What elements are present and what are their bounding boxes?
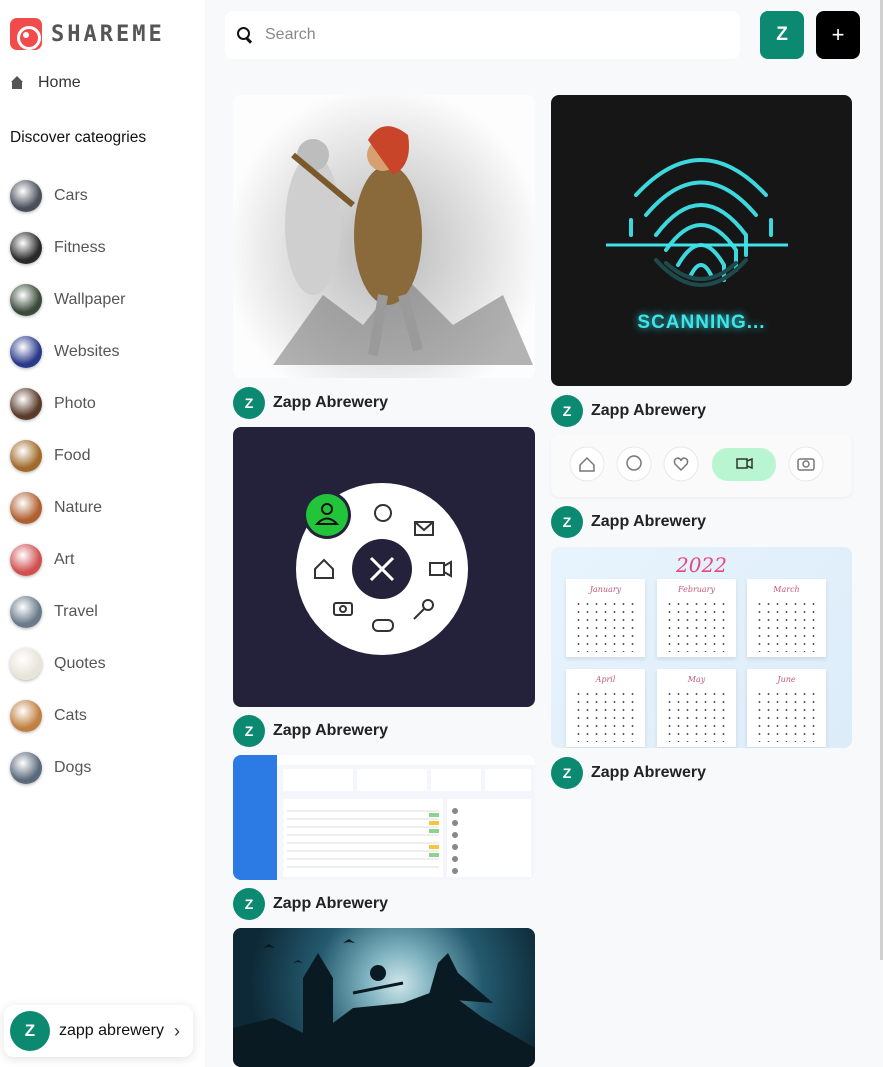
home-icon [10, 76, 24, 90]
radial-menu-illustration [296, 483, 468, 655]
camera-icon [10, 18, 42, 50]
calendar-year: 2022 [676, 553, 727, 577]
category-thumbnail [10, 648, 42, 680]
category-thumbnail [10, 700, 42, 732]
nav-home[interactable]: Home [10, 74, 81, 92]
halloween-illustration [233, 939, 535, 1067]
category-item-photo[interactable]: Photo [10, 378, 125, 430]
sidebar: SHAREME Home Discover cateogries Cars Fit… [0, 0, 205, 1067]
search-icon [237, 27, 253, 43]
category-item-food[interactable]: Food [10, 430, 125, 482]
calendar-month: February [657, 579, 736, 657]
month-name: February [677, 585, 716, 594]
category-label: Travel [54, 603, 98, 620]
author-name: Zapp Abrewery [273, 895, 388, 912]
category-item-fitness[interactable]: Fitness [10, 222, 125, 274]
category-label: Fitness [54, 239, 106, 256]
warrior-illustration [273, 126, 533, 365]
user-profile-link[interactable]: Z zapp abrewery › [4, 1005, 193, 1057]
category-thumbnail [10, 752, 42, 784]
pin-image-tab-bar[interactable] [551, 434, 852, 497]
category-label: Cars [54, 187, 88, 204]
category-item-wallpaper[interactable]: Wallpaper [10, 274, 125, 326]
chevron-right-icon: › [173, 1020, 180, 1041]
brand-name: SHAREME [51, 21, 165, 47]
category-thumbnail [10, 492, 42, 524]
author-avatar: Z [551, 395, 583, 427]
category-thumbnail [10, 544, 42, 576]
pin-author[interactable]: Z Zapp Abrewery [233, 715, 388, 747]
calendar-month: January [566, 579, 645, 657]
calendar-month: March [747, 579, 826, 657]
pin-author[interactable]: Z Zapp Abrewery [551, 395, 706, 427]
category-label: Wallpaper [54, 291, 126, 308]
author-avatar: Z [233, 387, 265, 419]
category-item-quotes[interactable]: Quotes [10, 638, 125, 690]
month-name: June [777, 675, 796, 684]
category-item-cars[interactable]: Cars [10, 170, 125, 222]
category-item-travel[interactable]: Travel [10, 586, 125, 638]
category-label: Photo [54, 395, 96, 412]
category-item-dogs[interactable]: Dogs [10, 742, 125, 794]
logo[interactable]: SHAREME [10, 18, 165, 50]
category-item-art[interactable]: Art [10, 534, 125, 586]
category-thumbnail [10, 388, 42, 420]
fingerprint-illustration [606, 158, 788, 287]
author-avatar: Z [551, 506, 583, 538]
author-name: Zapp Abrewery [273, 722, 388, 739]
category-list: Cars Fitness Wallpaper Websites Photo Food Nat… [10, 170, 125, 794]
month-name: January [589, 585, 622, 594]
month-name: April [595, 675, 616, 684]
pin-author[interactable]: Z Zapp Abrewery [233, 387, 388, 419]
pin-image-dashboard[interactable] [233, 755, 535, 880]
category-thumbnail [10, 336, 42, 368]
calendar-month: June [747, 669, 826, 747]
pin-author[interactable]: Z Zapp Abrewery [233, 888, 388, 920]
category-thumbnail [10, 232, 42, 264]
category-thumbnail [10, 440, 42, 472]
calendar-month: April [566, 669, 645, 747]
author-avatar: Z [551, 757, 583, 789]
category-label: Nature [54, 499, 103, 516]
author-name: Zapp Abrewery [591, 764, 706, 781]
tab-bar-illustration [569, 446, 824, 482]
author-avatar: Z [233, 888, 265, 920]
pin-image-warrior[interactable] [233, 95, 535, 378]
category-label: Cats [54, 707, 87, 724]
category-label: Websites [54, 343, 120, 360]
category-thumbnail [10, 596, 42, 628]
dashboard-illustration [233, 755, 535, 880]
category-item-nature[interactable]: Nature [10, 482, 125, 534]
author-name: Zapp Abrewery [273, 394, 388, 411]
scanning-text: SCANNING... [637, 312, 766, 333]
search-input[interactable] [265, 26, 705, 44]
category-item-cats[interactable]: Cats [10, 690, 125, 742]
user-name: zapp abrewery [59, 1022, 164, 1039]
pin-author[interactable]: Z Zapp Abrewery [551, 506, 706, 538]
author-avatar: Z [233, 715, 265, 747]
author-name: Zapp Abrewery [591, 513, 706, 530]
search-bar [225, 11, 740, 59]
user-avatar: Z [10, 1011, 50, 1051]
category-label: Dogs [54, 759, 92, 776]
calendar-month: May [657, 669, 736, 747]
month-name: March [773, 585, 800, 594]
profile-button[interactable]: Z [760, 11, 804, 59]
pin-image-halloween[interactable] [233, 928, 535, 1067]
nav-home-label: Home [38, 74, 81, 91]
author-name: Zapp Abrewery [591, 402, 706, 419]
category-label: Food [54, 447, 91, 464]
category-thumbnail [10, 284, 42, 316]
pin-image-fingerprint[interactable]: SCANNING... [551, 95, 852, 386]
pin-author[interactable]: Z Zapp Abrewery [551, 757, 706, 789]
category-label: Quotes [54, 655, 106, 672]
category-thumbnail [10, 180, 42, 212]
pin-image-radial-menu[interactable] [233, 427, 535, 707]
pin-image-calendar[interactable]: 2022 January February March April May Ju… [551, 547, 852, 748]
category-label: Art [54, 551, 75, 568]
discover-heading: Discover cateogries [10, 129, 147, 146]
month-name: May [687, 675, 706, 684]
create-pin-button[interactable]: + [816, 11, 860, 59]
category-item-websites[interactable]: Websites [10, 326, 125, 378]
